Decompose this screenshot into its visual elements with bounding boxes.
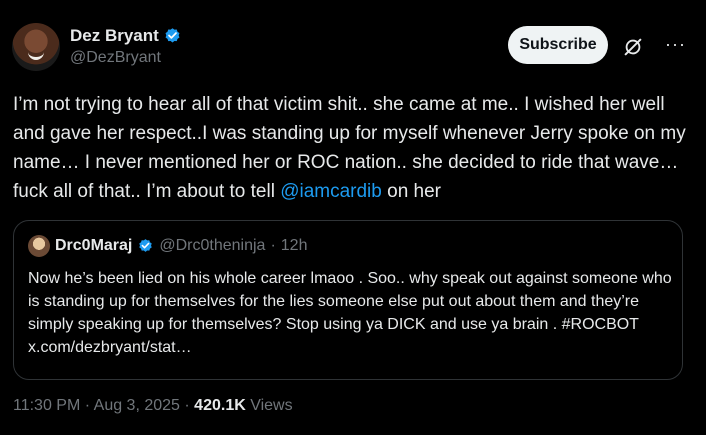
views-count: 420.1K [194,397,246,414]
quoted-time: 12h [280,237,308,254]
author-handle[interactable]: @DezBryant [70,49,182,67]
tweet-text: I’m not trying to hear all of that victi… [13,90,693,206]
grok-icon[interactable] [622,36,644,58]
author-display-name[interactable]: Dez Bryant [70,26,159,46]
author-avatar[interactable] [12,23,60,71]
quoted-author-handle: @Drc0theninja [159,237,266,254]
meta-separator: · [84,397,91,414]
views-label: Views [250,397,293,414]
subscribe-button[interactable]: Subscribe [508,26,608,64]
quoted-tweet-text: Now he’s been lied on his whole career l… [28,270,672,356]
meta-separator: · [184,397,190,414]
tweet-text-part2: on her [381,181,441,202]
quoted-author-avatar [28,235,50,257]
quoted-tweet[interactable]: Drc0Maraj @Drc0theninja · 12h Now he’s b… [13,220,683,380]
author-name-block: Dez Bryant @DezBryant [70,26,182,67]
verified-badge-icon [139,238,153,252]
more-options-icon[interactable]: ··· [665,34,686,55]
quoted-separator: · [270,237,276,254]
quoted-tweet-header: Drc0Maraj @Drc0theninja · 12h [28,235,307,257]
verified-badge-icon [165,27,180,42]
tweet-date[interactable]: Aug 3, 2025 [94,397,180,414]
tweet-meta: 11:30 PM · Aug 3, 2025 · 420.1K Views [13,397,293,415]
mention-link[interactable]: @iamcardib [280,181,382,202]
tweet-time[interactable]: 11:30 PM [13,397,80,414]
quoted-author-display-name: Drc0Maraj [55,237,133,254]
tweet-header: Dez Bryant @DezBryant Subscribe ··· [12,20,694,80]
